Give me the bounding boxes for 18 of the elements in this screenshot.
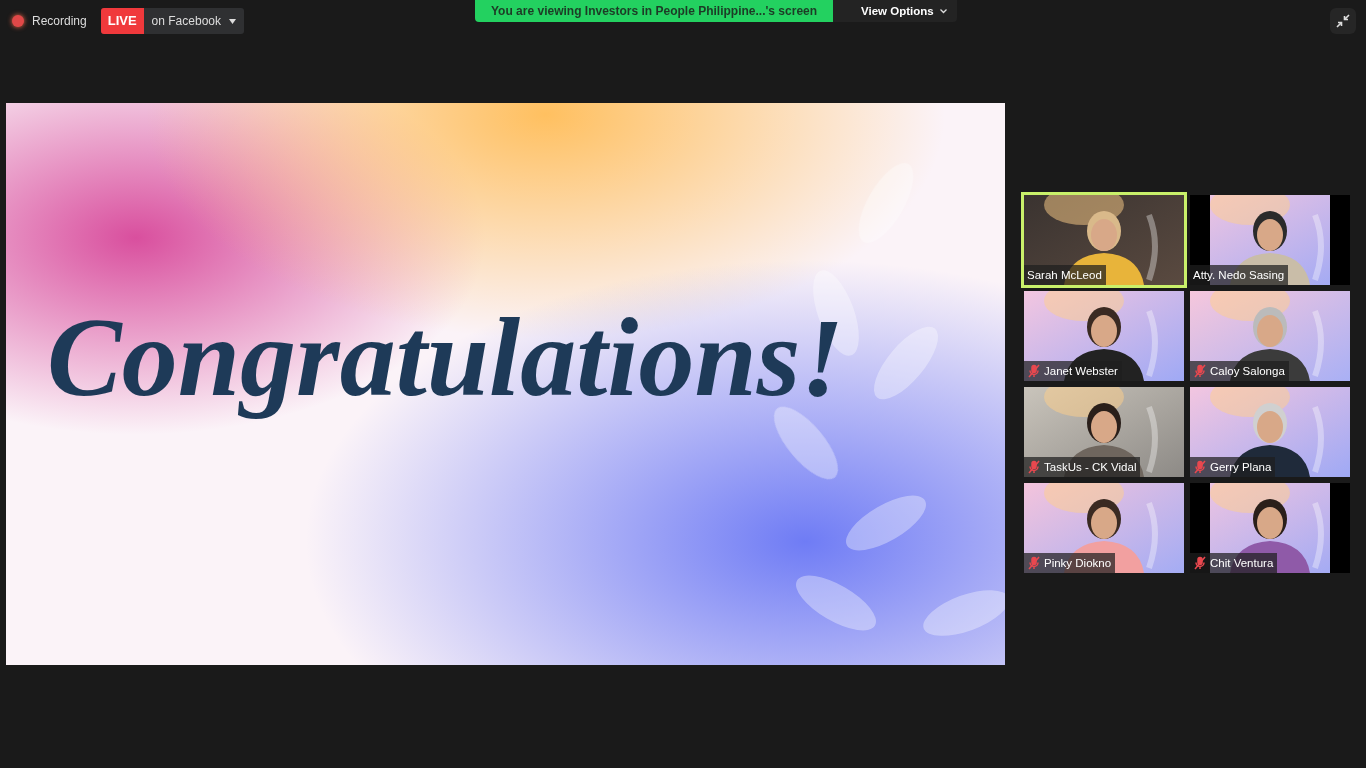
slide-headline: Congratulations!: [46, 294, 845, 421]
participant-name: Pinky Diokno: [1044, 557, 1112, 569]
participant-name: Sarah McLeod: [1027, 269, 1102, 281]
participant-name: Janet Webster: [1044, 365, 1118, 377]
recording-label: Recording: [32, 14, 87, 28]
participant-name: Atty. Nedo Sasing: [1193, 269, 1285, 281]
view-options-button[interactable]: View Options: [833, 0, 957, 22]
caret-icon: [229, 18, 236, 24]
participant-name: Chit Ventura: [1210, 557, 1274, 569]
participant-name: TaskUs - CK Vidal: [1044, 461, 1137, 473]
exit-fullscreen-button[interactable]: [1330, 8, 1356, 34]
chevron-icon: [939, 8, 947, 14]
exit-fullscreen-icon: [1336, 14, 1350, 28]
live-badge: LIVE: [100, 8, 144, 34]
live-target-dropdown[interactable]: on Facebook: [143, 8, 244, 34]
participant-name: Caloy Salonga: [1210, 365, 1285, 377]
screen-share-banner: You are viewing Investors in People Philippine...'s screen: [475, 0, 834, 22]
participant-name: Gerry Plana: [1210, 461, 1272, 473]
